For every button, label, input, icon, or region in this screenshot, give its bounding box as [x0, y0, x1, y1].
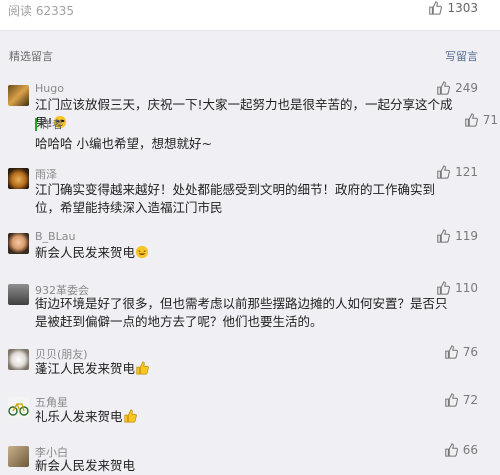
avatar[interactable]: [8, 349, 29, 370]
comment-like-button[interactable]: 76: [444, 345, 478, 359]
reply-like-button[interactable]: 71: [464, 113, 498, 127]
section-title: 精选留言: [9, 50, 53, 63]
thumbs-up-icon: [429, 1, 443, 15]
thumbs-up-icon: [437, 281, 451, 295]
comment-nickname[interactable]: B_BLau: [35, 230, 75, 243]
avatar[interactable]: [8, 397, 29, 418]
comment-like-button[interactable]: 249: [436, 81, 478, 95]
comment-like-count: 110: [455, 281, 478, 295]
thumbs-up-icon: [444, 393, 458, 407]
comment-text: 江门确实变得越来越好！处处都能感受到文明的细节！政府的工作确实到位，希望能持续深…: [35, 182, 436, 215]
comment-like-count: 72: [462, 393, 478, 407]
thumbs-up-icon: [444, 443, 458, 457]
comment-text: 新会人民发来贺电: [35, 458, 136, 473]
comment-text: 蓬江人民发来贺电: [35, 360, 455, 378]
reply-author-label: 作者: [41, 118, 63, 131]
comment-like-count: 66: [462, 443, 478, 457]
avatar[interactable]: [8, 446, 29, 467]
avatar[interactable]: [8, 233, 29, 254]
avatar[interactable]: [8, 85, 29, 106]
comment-like-count: 121: [455, 165, 478, 179]
comment-like-count: 249: [455, 81, 478, 95]
thumbs-up-icon: [464, 113, 478, 127]
thumbs-up-icon: [437, 165, 451, 179]
comment-like-button[interactable]: 119: [436, 229, 478, 243]
comments-section-header: 精选留言 写留言: [0, 42, 500, 72]
comment-like-button[interactable]: 72: [444, 393, 478, 407]
comment-like-count: 119: [455, 229, 478, 243]
comment-text: 街边环境是好了很多，但也需考虑以前那些摆路边摊的人如何安置？是否只是被赶到偏僻一…: [35, 296, 448, 329]
write-comment-link[interactable]: 写留言: [445, 48, 478, 64]
read-count: 阅读 62335: [8, 4, 74, 18]
bicycle-icon: [8, 403, 29, 416]
reply-like-count: 71: [482, 113, 498, 127]
comment-like-button[interactable]: 110: [436, 281, 478, 295]
comment-like-button[interactable]: 121: [436, 165, 478, 179]
thumbs-up-icon: [437, 229, 451, 243]
comment-nickname[interactable]: 雨泽: [35, 166, 57, 182]
comment-text: 新会人民发来贺电: [35, 244, 455, 262]
comment-text: 礼乐人发来贺电: [35, 408, 455, 426]
comment-like-button[interactable]: 66: [444, 443, 478, 457]
thumbs-up-icon: [437, 81, 451, 95]
reply-indicator: [35, 118, 37, 131]
comment-like-count: 76: [462, 345, 478, 359]
comment-text: 江门应该放假三天，庆祝一下!大家一起努力也是很辛苦的，一起分享这个成果!: [35, 97, 453, 130]
thumbs-up-icon: [444, 345, 458, 359]
article-like-count: 1303: [447, 1, 478, 15]
reply-text: 哈哈哈 小编也希望，想想就好~: [35, 136, 212, 151]
avatar[interactable]: [8, 284, 29, 305]
thumbs-up-emoji-icon: [123, 409, 137, 423]
laughing-emoji-icon: [135, 245, 149, 259]
article-like-button[interactable]: 1303: [428, 1, 478, 15]
article-footer-bar: 阅读 62335 1303: [0, 0, 500, 31]
thumbs-up-emoji-icon: [136, 361, 149, 375]
comment-nickname[interactable]: Hugo: [35, 82, 64, 95]
avatar[interactable]: [8, 168, 29, 189]
